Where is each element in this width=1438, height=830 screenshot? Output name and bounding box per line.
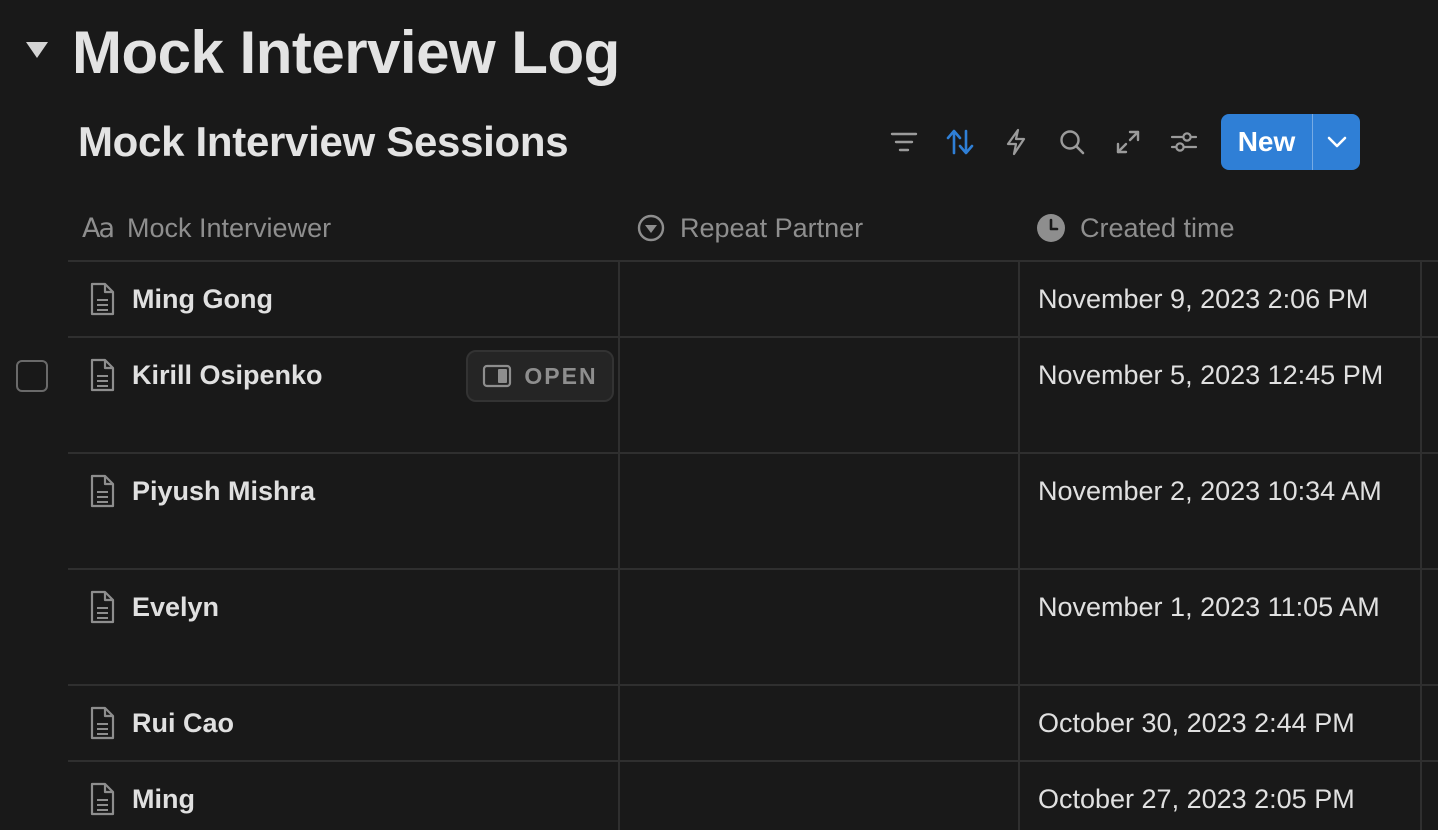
column-header-created-time[interactable]: Created time: [1036, 196, 1235, 260]
column-header-repeat-partner[interactable]: Repeat Partner: [636, 196, 863, 260]
row-title[interactable]: Piyush Mishra: [132, 476, 315, 507]
open-label: OPEN: [524, 362, 598, 389]
cell-created-time: October 27, 2023 2:05 PM: [1018, 762, 1422, 830]
row-select-checkbox[interactable]: [16, 360, 48, 392]
collapse-toggle-icon[interactable]: [26, 42, 48, 58]
search-icon[interactable]: [1044, 114, 1100, 170]
cell-mock-interviewer: Evelyn: [68, 570, 618, 684]
page-doc-icon: [88, 781, 116, 817]
row-title[interactable]: Rui Cao: [132, 708, 234, 739]
table-row[interactable]: Piyush Mishra November 2, 2023 10:34 AM: [68, 454, 1438, 570]
sort-icon[interactable]: [932, 114, 988, 170]
cell-mock-interviewer: Ming Gong: [68, 262, 618, 336]
expand-icon[interactable]: [1100, 114, 1156, 170]
cell-repeat-partner[interactable]: [618, 338, 1020, 452]
database-table: Aa Mock Interviewer Repeat Partner Creat…: [68, 196, 1438, 830]
side-peek-icon: [483, 364, 512, 388]
cell-repeat-partner[interactable]: [618, 570, 1020, 684]
settings-sliders-icon[interactable]: [1156, 114, 1212, 170]
cell-repeat-partner[interactable]: [618, 454, 1020, 568]
database-toolbar: [876, 114, 1212, 170]
created-time-value: October 27, 2023 2:05 PM: [1038, 784, 1355, 814]
database-view-title[interactable]: Mock Interview Sessions: [78, 118, 569, 166]
cell-repeat-partner[interactable]: [618, 762, 1020, 830]
cell-created-time: November 9, 2023 2:06 PM: [1018, 262, 1422, 336]
page-doc-icon: [88, 589, 116, 625]
cell-mock-interviewer: Kirill Osipenko OPEN: [68, 338, 618, 452]
column-header-mock-interviewer[interactable]: Aa Mock Interviewer: [82, 196, 331, 260]
clock-icon: [1036, 213, 1066, 243]
open-page-button[interactable]: OPEN: [466, 350, 614, 402]
text-aa-icon: Aa: [82, 212, 115, 244]
created-time-value: November 1, 2023 11:05 AM: [1038, 592, 1380, 622]
select-chevron-icon: [636, 213, 666, 243]
page-doc-icon: [88, 705, 116, 741]
created-time-value: November 2, 2023 10:34 AM: [1038, 476, 1382, 506]
chevron-down-icon[interactable]: [1313, 114, 1360, 170]
row-title[interactable]: Kirill Osipenko: [132, 360, 323, 391]
cell-mock-interviewer: Ming: [68, 762, 618, 830]
cell-created-time: November 5, 2023 12:45 PM: [1018, 338, 1422, 452]
row-title[interactable]: Evelyn: [132, 592, 219, 623]
new-button[interactable]: New: [1221, 114, 1312, 170]
cell-created-time: November 2, 2023 10:34 AM: [1018, 454, 1422, 568]
cell-mock-interviewer: Piyush Mishra: [68, 454, 618, 568]
page-doc-icon: [88, 473, 116, 509]
created-time-value: November 9, 2023 2:06 PM: [1038, 284, 1369, 314]
table-row[interactable]: Rui Cao October 30, 2023 2:44 PM: [68, 686, 1438, 762]
column-label: Mock Interviewer: [127, 212, 332, 243]
page-doc-icon: [88, 357, 116, 393]
cell-repeat-partner[interactable]: [618, 262, 1020, 336]
created-time-value: October 30, 2023 2:44 PM: [1038, 708, 1355, 738]
cell-created-time: October 30, 2023 2:44 PM: [1018, 686, 1422, 760]
table-row[interactable]: Kirill Osipenko OPEN November 5, 2023 12…: [68, 338, 1438, 454]
table-row[interactable]: Ming October 27, 2023 2:05 PM: [68, 762, 1438, 830]
cell-repeat-partner[interactable]: [618, 686, 1020, 760]
cell-created-time: November 1, 2023 11:05 AM: [1018, 570, 1422, 684]
table-header: Aa Mock Interviewer Repeat Partner Creat…: [68, 196, 1438, 262]
column-label: Created time: [1080, 212, 1235, 243]
new-button-group: New: [1221, 114, 1360, 170]
page-title: Mock Interview Log: [72, 19, 620, 86]
column-label: Repeat Partner: [680, 212, 864, 243]
page-doc-icon: [88, 281, 116, 317]
table-row[interactable]: Ming Gong November 9, 2023 2:06 PM: [68, 262, 1438, 338]
filter-icon[interactable]: [876, 114, 932, 170]
table-row[interactable]: Evelyn November 1, 2023 11:05 AM: [68, 570, 1438, 686]
cell-mock-interviewer: Rui Cao: [68, 686, 618, 760]
created-time-value: November 5, 2023 12:45 PM: [1038, 360, 1384, 390]
row-title[interactable]: Ming Gong: [132, 284, 273, 315]
row-title[interactable]: Ming: [132, 784, 195, 815]
lightning-icon[interactable]: [988, 114, 1044, 170]
notion-page: Mock Interview Log Mock Interview Sessio…: [0, 0, 1438, 830]
